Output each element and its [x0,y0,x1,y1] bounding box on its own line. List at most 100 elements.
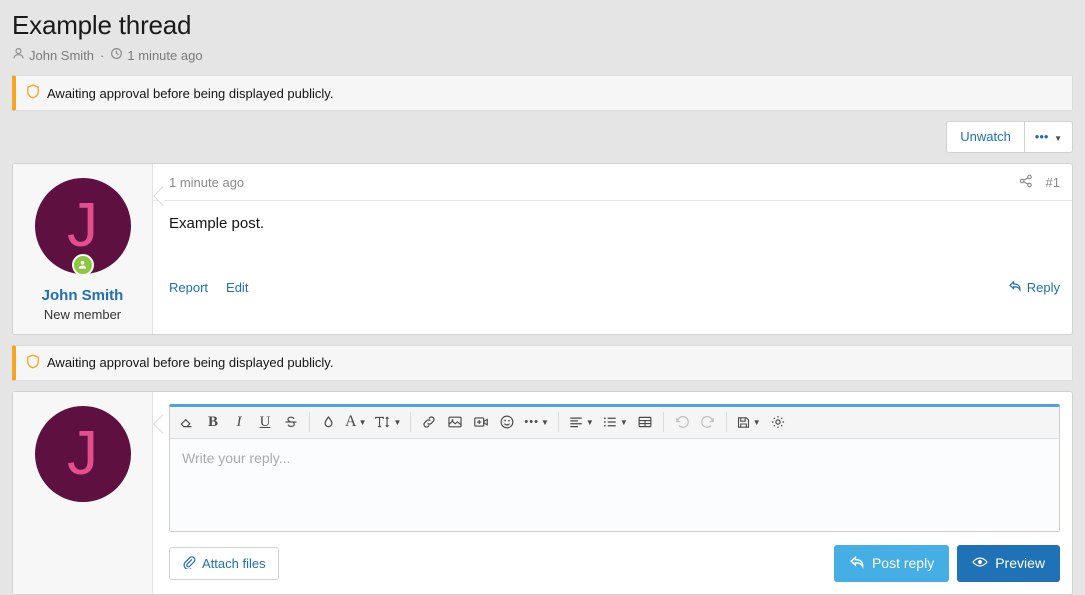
preview-label: Preview [995,555,1045,571]
smiley-icon-glyph [499,414,515,430]
post-number[interactable]: #1 [1046,175,1060,190]
avatar[interactable]: J [35,406,131,502]
user-icon [12,47,25,63]
shield-icon [26,84,40,102]
video-icon-glyph [473,414,489,430]
chevron-down-icon: ▼ [1054,134,1062,143]
image-icon[interactable] [442,409,468,435]
speech-arrow-icon [152,414,164,434]
more-options-icon[interactable]: •••▼ [520,409,552,435]
redo-icon[interactable] [695,409,721,435]
draft-save-icon[interactable]: ▼ [732,409,765,435]
strikethrough-icon[interactable] [278,409,304,435]
underline-icon-glyph: U [260,414,271,431]
report-link[interactable]: Report [169,280,208,295]
reply-arrow-icon [849,554,865,573]
post-header-actions: #1 [1019,174,1060,191]
notice-text: Awaiting approval before being displayed… [47,86,333,101]
thread-author[interactable]: John Smith [29,48,94,63]
speech-arrow-icon [152,186,164,206]
avatar-initial: J [67,419,98,488]
ink-color-icon[interactable] [315,409,341,435]
redo-icon-glyph [700,414,716,430]
watch-button-group: Unwatch ••• ▼ [946,121,1073,153]
attach-files-button[interactable]: Attach files [169,547,279,580]
edit-link[interactable]: Edit [226,280,248,295]
post-reply-label: Post reply [872,555,934,571]
thread-meta: John Smith · 1 minute ago [12,47,1073,63]
post-time[interactable]: 1 minute ago [169,175,244,190]
reply-placeholder: Write your reply... [182,450,290,466]
more-options-button[interactable]: ••• ▼ [1025,121,1073,153]
reply-button[interactable]: Reply [1008,279,1060,296]
toolbar-separator [558,412,559,432]
post-author-title: New member [21,307,144,322]
link-icon[interactable] [416,409,442,435]
reply-arrow-icon [1008,279,1022,296]
underline-icon[interactable]: U [252,409,278,435]
list-icon-glyph [602,414,618,430]
reply-editor-main: BIUA▼▼•••▼▼▼▼ Write your reply... Attach… [153,392,1072,594]
undo-icon-glyph [674,414,690,430]
unwatch-button[interactable]: Unwatch [946,121,1025,153]
eraser-icon-glyph [179,414,195,430]
moderation-notice-top: Awaiting approval before being displayed… [12,75,1073,111]
post-content: 1 minute ago #1 Example post. Report Edi… [153,164,1072,334]
video-icon[interactable] [468,409,494,435]
eye-icon [972,554,988,573]
post-link-list: Report Edit [169,280,248,295]
align-icon-glyph [568,414,584,430]
bold-icon[interactable]: B [200,409,226,435]
toolbar-separator [726,412,727,432]
align-icon[interactable]: ▼ [564,409,598,435]
page-title: Example thread [12,10,1073,41]
chevron-down-icon: ▼ [586,418,594,427]
paperclip-icon [182,555,196,572]
share-icon[interactable] [1019,174,1033,191]
post-card: J John Smith New member 1 minute ago #1 [12,163,1073,335]
toolbar-separator [309,412,310,432]
post-body: Example post. [153,201,1072,275]
font-size-icon[interactable]: ▼ [370,409,405,435]
settings-gear-icon[interactable] [765,409,791,435]
submit-button-group: Post reply Preview [834,545,1060,582]
more-dots-icon: ••• [1035,129,1049,144]
avatar-initial: J [67,191,98,260]
reply-input[interactable]: Write your reply... [170,439,1059,531]
image-icon-glyph [447,414,463,430]
chevron-down-icon: ▼ [620,418,628,427]
chevron-down-icon: ▼ [359,418,367,427]
moderation-notice-bottom: Awaiting approval before being displayed… [12,345,1073,381]
reply-avatar-sidebar: J [13,392,153,594]
more-options-icon-glyph: ••• [524,416,539,428]
italic-icon-glyph: I [237,414,242,431]
rich-text-editor: BIUA▼▼•••▼▼▼▼ Write your reply... [169,404,1060,532]
reply-action-bar: Attach files Post reply [169,545,1060,582]
italic-icon[interactable]: I [226,409,252,435]
eraser-icon[interactable] [174,409,200,435]
undo-icon[interactable] [669,409,695,435]
clock-icon [110,47,123,63]
list-icon[interactable]: ▼ [598,409,632,435]
font-size-icon-glyph [374,414,391,430]
chevron-down-icon: ▼ [541,418,549,427]
reply-label: Reply [1027,280,1060,295]
thread-time: 1 minute ago [127,48,202,63]
toolbar-separator [410,412,411,432]
thread-header: Example thread John Smith · 1 minute ago [0,0,1085,65]
notice-text: Awaiting approval before being displayed… [47,355,333,370]
editor-toolbar: BIUA▼▼•••▼▼▼▼ [170,407,1059,439]
avatar[interactable]: J [35,178,131,274]
chevron-down-icon: ▼ [753,418,761,427]
post-reply-button[interactable]: Post reply [834,545,949,582]
preview-button[interactable]: Preview [957,545,1060,582]
table-icon[interactable] [632,409,658,435]
text-color-icon-glyph: A [345,413,357,431]
smiley-icon[interactable] [494,409,520,435]
bold-icon-glyph: B [208,414,218,431]
text-color-icon[interactable]: A▼ [341,409,370,435]
strikethrough-icon-glyph [283,414,299,430]
settings-gear-icon-glyph [770,414,786,430]
post-author-name[interactable]: John Smith [21,287,144,304]
toolbar-separator [663,412,664,432]
